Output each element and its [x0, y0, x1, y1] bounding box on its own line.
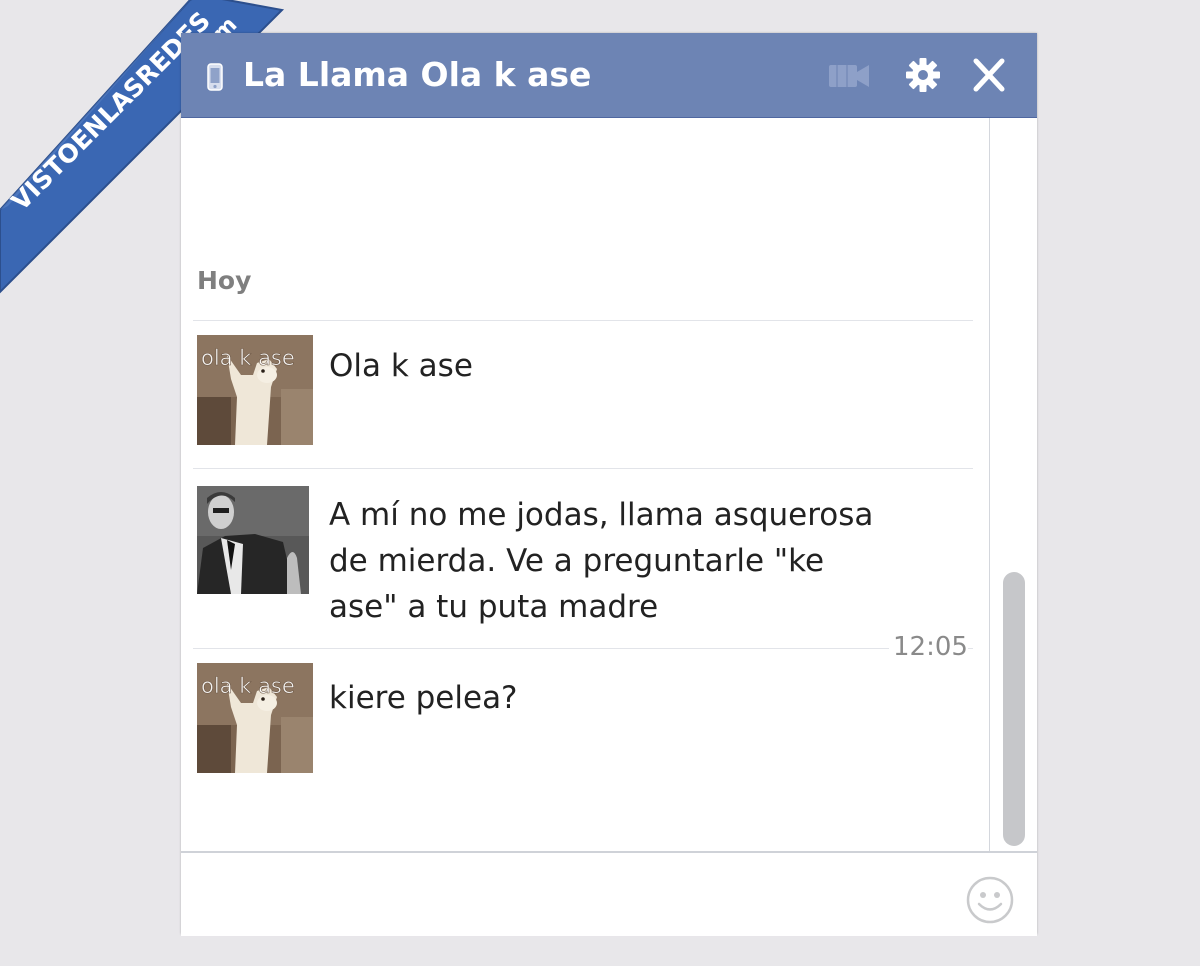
- message-text: kiere pelea?: [329, 680, 518, 716]
- divider: [193, 648, 973, 649]
- avatar-caption: ola k ase: [201, 346, 295, 370]
- message-text: de mierda. Ve a preguntarle "ke: [329, 543, 825, 579]
- message-text: Ola k ase: [329, 348, 473, 384]
- emoji-button[interactable]: [965, 875, 1015, 925]
- message-text: A mí no me jodas, llama asquerosa: [329, 497, 874, 533]
- date-separator-label: Hoy: [197, 266, 252, 295]
- chat-window: La Llama Ola k ase Hoy ola k ase Ola k a…: [181, 33, 1037, 936]
- phone-icon: [207, 63, 223, 91]
- smiley-icon: [966, 876, 1014, 924]
- llama-avatar[interactable]: ola k ase: [197, 663, 313, 773]
- settings-button[interactable]: [901, 55, 945, 95]
- chat-contact-name[interactable]: La Llama Ola k ase: [243, 53, 591, 97]
- avatar-caption: ola k ase: [201, 674, 295, 698]
- message-row: A mí no me jodas, llama asquerosa de mie…: [181, 486, 981, 646]
- message-row: ola k ase kiere pelea?: [181, 663, 981, 793]
- scrollbar-thumb[interactable]: [1003, 572, 1025, 846]
- man-in-suit-avatar[interactable]: [197, 486, 309, 594]
- gear-icon: [906, 58, 940, 92]
- message-input[interactable]: [195, 865, 959, 927]
- close-icon: [973, 58, 1005, 92]
- llama-avatar[interactable]: ola k ase: [197, 335, 313, 445]
- divider: [193, 468, 973, 469]
- message-row: ola k ase Ola k ase: [181, 335, 981, 465]
- divider: [193, 320, 973, 321]
- close-button[interactable]: [967, 55, 1011, 95]
- video-camera-icon: [829, 65, 869, 87]
- video-call-button[interactable]: [827, 55, 871, 95]
- scrollbar-track: [989, 118, 990, 851]
- chat-titlebar[interactable]: La Llama Ola k ase: [181, 33, 1037, 118]
- conversation-pane[interactable]: Hoy ola k ase Ola k ase A mí no me jodas…: [181, 118, 1037, 851]
- message-timestamp: 12:05: [889, 630, 968, 664]
- message-text: ase" a tu puta madre: [329, 589, 659, 625]
- message-composer: [181, 851, 1037, 936]
